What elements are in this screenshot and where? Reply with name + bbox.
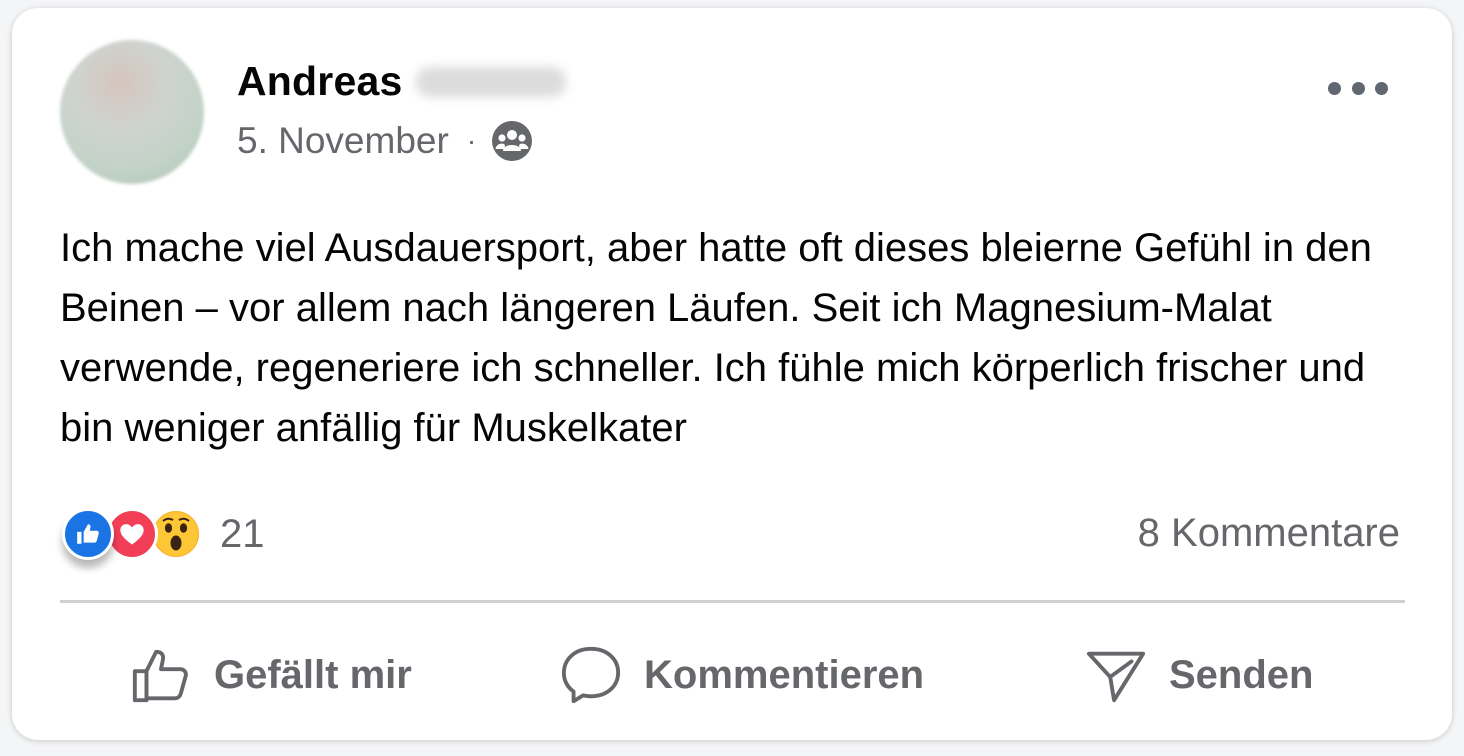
- send-button[interactable]: Senden: [1085, 640, 1313, 710]
- like-button[interactable]: Gefällt mir: [130, 640, 412, 710]
- meta-separator: ·: [466, 125, 477, 156]
- send-label: Senden: [1169, 652, 1314, 697]
- comment-button[interactable]: Kommentieren: [560, 640, 924, 710]
- like-label: Gefällt mir: [214, 652, 412, 697]
- post-meta: 5. November ·: [237, 119, 534, 163]
- comment-count[interactable]: 8 Kommentare: [1138, 511, 1400, 556]
- author-surname-redacted: [416, 66, 567, 97]
- thumbs-up-icon: [132, 649, 188, 703]
- divider: [60, 600, 1405, 603]
- author-name[interactable]: Andreas: [237, 58, 402, 105]
- group-icon[interactable]: [490, 119, 534, 163]
- post-text: Ich mache viel Ausdauersport, aber hatte…: [60, 226, 1372, 450]
- speech-bubble-icon: [561, 646, 621, 704]
- like-reaction-icon: [62, 508, 114, 560]
- avatar[interactable]: [60, 40, 204, 184]
- send-icon: [1086, 651, 1146, 703]
- post-date[interactable]: 5. November: [237, 120, 449, 162]
- post-card: Andreas 5. November · Ich mache viel Aus…: [12, 8, 1452, 740]
- reaction-count[interactable]: 21: [220, 512, 265, 557]
- comment-label: Kommentieren: [644, 652, 925, 697]
- more-options-icon[interactable]: [1328, 70, 1388, 106]
- post-author[interactable]: Andreas: [237, 58, 567, 105]
- reactions-summary[interactable]: 21: [62, 508, 265, 560]
